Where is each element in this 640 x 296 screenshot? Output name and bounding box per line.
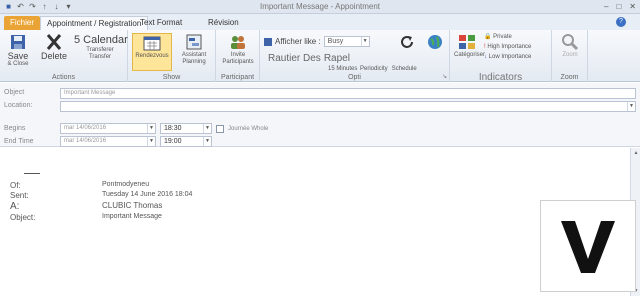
divider	[24, 173, 40, 174]
group-label-options: Opti	[348, 74, 361, 81]
title-bar: ■ ↶ ↷ ↑ ↓ ▾ Important Message - Appointm…	[0, 0, 640, 14]
save-icon	[11, 35, 25, 49]
end-date-picker[interactable]: mar 14/06/2016 ▼	[60, 136, 156, 147]
show-as-select[interactable]: Busy ▼	[323, 36, 370, 47]
group-label-attendees: Participant	[220, 74, 255, 81]
group-label-zoom: Zoom	[560, 74, 579, 81]
reminder-select[interactable]: 15 Minutes	[328, 66, 357, 73]
private-button[interactable]: 🔒 Private	[484, 34, 531, 41]
tab-review[interactable]: Révision	[202, 16, 245, 30]
tab-format-text[interactable]: Text Format	[134, 16, 188, 30]
calendar-icon	[143, 36, 161, 51]
header-row-subject: Object: Important Message	[10, 213, 162, 222]
all-day-checkbox[interactable]	[216, 125, 224, 133]
chevron-down-icon: ▼	[627, 102, 635, 111]
chevron-down-icon: ▼	[203, 124, 211, 133]
window-title: Important Message - Appointment	[259, 2, 381, 11]
scroll-up-icon[interactable]: ▲	[632, 149, 640, 157]
group-show: Rendezvous Assistant Planning Show	[128, 30, 216, 82]
group-attendees: Invite Participants Participant	[216, 30, 260, 82]
window-controls: – □ ✕	[604, 2, 636, 12]
minimize-icon[interactable]: –	[604, 2, 608, 12]
recurrence-icon	[401, 36, 413, 48]
chevron-down-icon: ▼	[360, 37, 369, 46]
end-time-picker[interactable]: 19:00 ▼	[160, 136, 212, 147]
subject-label: Object	[4, 89, 25, 96]
busy-color-icon	[264, 37, 272, 46]
periodicity-label: Periodicity	[360, 66, 388, 72]
timezones-button[interactable]	[422, 33, 448, 52]
ribbon-tabs: Fichier Appointment / Registration Text …	[0, 14, 640, 30]
location-input[interactable]: ▼	[60, 101, 636, 112]
appointment-view-button[interactable]: Rendezvous	[132, 33, 172, 71]
lock-icon: 🔒	[484, 34, 492, 40]
close-icon[interactable]: ✕	[629, 2, 636, 12]
chevron-down-icon: ▼	[203, 137, 211, 146]
exclamation-icon: !	[484, 44, 486, 50]
arrow-down-icon: ↓	[484, 54, 487, 60]
appointment-form: Object Important Message Location: ▼ Beg…	[0, 83, 640, 147]
start-date-picker[interactable]: mar 14/06/2016 ▼	[60, 123, 156, 134]
delete-icon	[46, 34, 62, 50]
chevron-down-icon: ▼	[147, 137, 155, 146]
location-label: Location:	[4, 102, 33, 109]
maximize-icon[interactable]: □	[616, 2, 621, 12]
reminder-control: Rautier Des Rapel	[268, 53, 350, 64]
schedule-label: Schedule	[391, 66, 417, 72]
low-importance-button[interactable]: ↓ Low Importance	[484, 54, 531, 61]
chevron-down-icon: ▼	[147, 124, 155, 133]
save-close-button[interactable]: Save & Close	[3, 33, 33, 68]
categorize-button[interactable]: Catégoriser	[454, 33, 485, 59]
help-icon[interactable]: ?	[616, 17, 626, 27]
invite-attendees-button[interactable]: Invite Participants	[218, 33, 258, 66]
subject-input[interactable]: Important Message	[60, 88, 636, 99]
people-icon	[231, 36, 245, 49]
group-label-show: Show	[162, 74, 181, 81]
group-label-actions: Actions	[52, 74, 75, 81]
high-importance-button[interactable]: ! High Importance	[484, 44, 531, 51]
calendar-label: 5 Calendar	[74, 34, 128, 46]
group-options: Afficher like : Busy ▼ Rautier Des Rapel…	[260, 30, 450, 82]
magnifier-icon	[562, 34, 579, 51]
show-as-control: Afficher like : Busy ▼	[264, 36, 370, 47]
start-time-label: Begins	[4, 125, 26, 132]
scheduling-icon	[186, 34, 202, 50]
header-row-to: A: CLUBIC Thomas	[10, 201, 163, 212]
start-time-picker[interactable]: 18:30 ▼	[160, 123, 212, 134]
forward-button[interactable]: 5 Calendar Transferer Transfer	[74, 33, 128, 61]
tab-file[interactable]: Fichier	[4, 16, 41, 30]
all-day-label: Journée Whole	[228, 126, 269, 132]
tab-appointment[interactable]: Appointment / Registration	[40, 16, 149, 30]
v-logo-icon	[561, 221, 615, 273]
watermark-logo	[540, 200, 636, 292]
header-row-from: Of: Pontmodyeneu	[10, 181, 150, 190]
recurrence-button[interactable]	[392, 33, 422, 52]
globe-icon	[428, 35, 442, 49]
end-time-label: End Time	[4, 138, 34, 145]
header-row-sent: Sent: Tuesday 14 June 2016 18:04	[10, 191, 193, 200]
group-tags: Catégoriser 🔒 Private ! High Importance …	[450, 30, 552, 83]
group-actions: Save & Close Delete 5 Calendar Transfere…	[0, 30, 128, 82]
group-zoom: Zoom Zoom	[552, 30, 588, 82]
zoom-button[interactable]: Zoom	[556, 33, 584, 59]
ribbon: Save & Close Delete 5 Calendar Transfere…	[0, 30, 640, 83]
dialog-launcher-icon[interactable]: ↘	[442, 73, 447, 80]
categorize-icon	[459, 35, 475, 49]
scheduling-assistant-button[interactable]: Assistant Planning	[174, 33, 214, 66]
group-label-tags: Indicators	[478, 72, 523, 83]
delete-button[interactable]: Delete	[36, 33, 72, 61]
